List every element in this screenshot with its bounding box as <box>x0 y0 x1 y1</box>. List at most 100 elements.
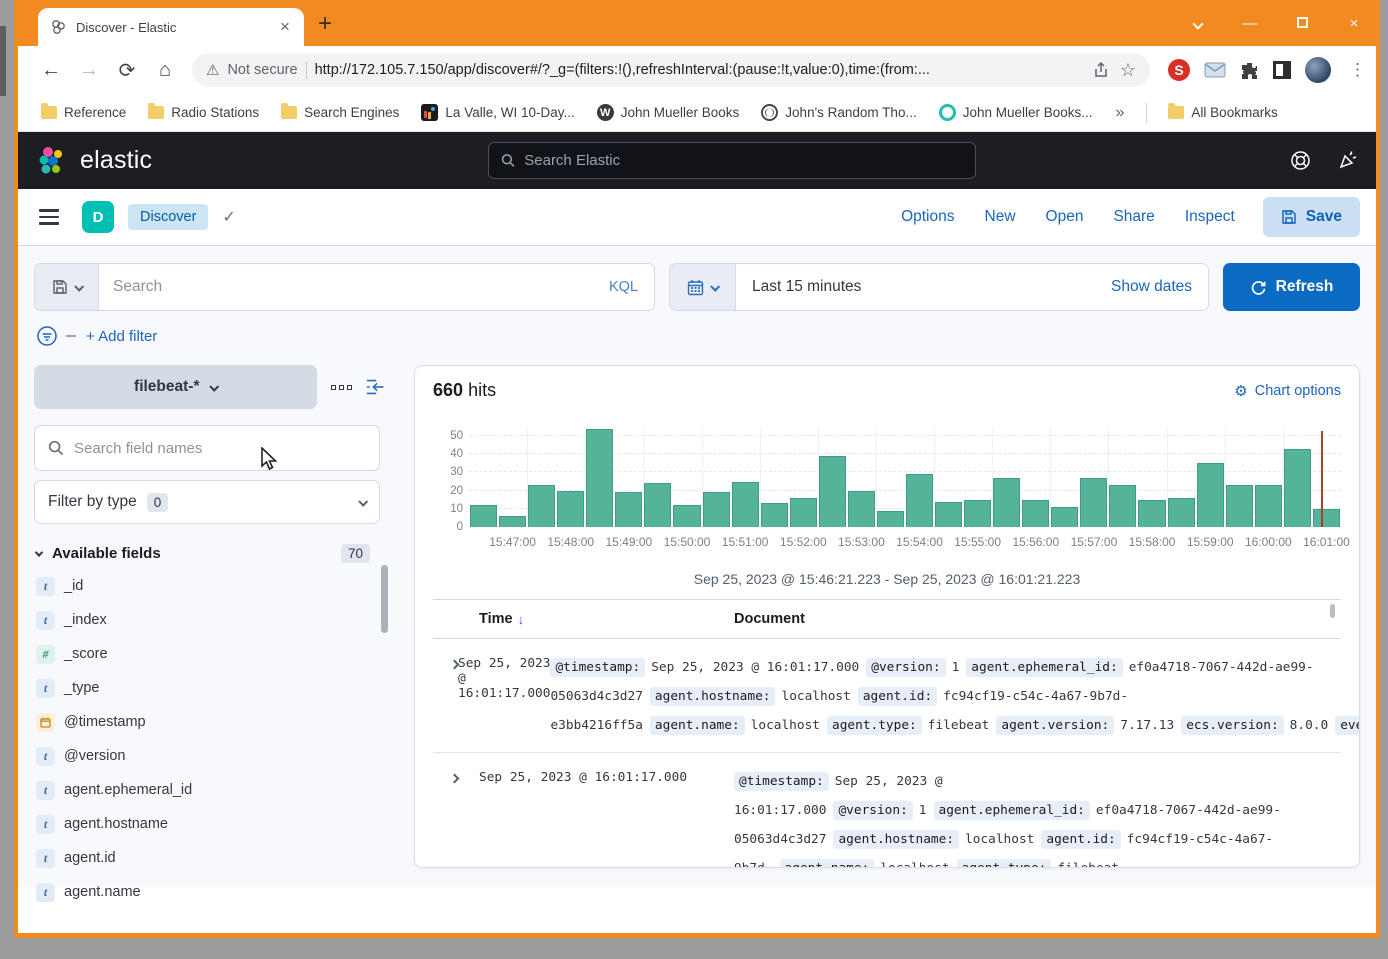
bookmarks-overflow-icon[interactable]: » <box>1106 104 1135 122</box>
side-panel-icon[interactable] <box>1273 61 1291 79</box>
space-avatar[interactable]: D <box>82 201 114 233</box>
histogram-bar[interactable] <box>1051 507 1078 527</box>
field-item[interactable]: t_index <box>34 603 384 637</box>
field-search-input[interactable] <box>74 440 366 457</box>
doc-field-badge[interactable]: agent.ephemeral_id: <box>934 801 1090 820</box>
histogram-bar[interactable] <box>499 516 526 527</box>
news-feed-icon[interactable] <box>1337 150 1358 171</box>
extensions-puzzle-icon[interactable] <box>1240 61 1259 80</box>
doc-field-badge[interactable]: event.action: <box>1335 716 1360 735</box>
doc-field-badge[interactable]: @version: <box>833 801 912 820</box>
doc-field-badge[interactable]: agent.name: <box>650 716 745 735</box>
histogram-bar[interactable] <box>848 491 875 527</box>
doc-field-badge[interactable]: agent.type: <box>957 859 1052 868</box>
window-maximize-button[interactable] <box>1276 15 1328 32</box>
doc-field-badge[interactable]: ecs.version: <box>1181 716 1283 735</box>
all-bookmarks-button[interactable]: All Bookmarks <box>1159 101 1286 124</box>
histogram-bar[interactable] <box>644 483 671 527</box>
menu-link-open[interactable]: Open <box>1046 208 1084 226</box>
browser-tab[interactable]: Discover - Elastic × <box>38 8 304 46</box>
field-item[interactable]: t@version <box>34 739 384 773</box>
bookmark-item[interactable]: Search Engines <box>272 101 408 124</box>
doc-field-badge[interactable]: agent.ephemeral_id: <box>966 658 1122 677</box>
url-text[interactable]: http://172.105.7.150/app/discover#/?_g=(… <box>315 62 1084 78</box>
reload-icon[interactable]: ⟳ <box>110 53 144 87</box>
field-item[interactable]: t_type <box>34 671 384 705</box>
histogram-bar[interactable] <box>1313 509 1340 527</box>
window-close-button[interactable]: × <box>1328 18 1380 30</box>
security-label[interactable]: Not secure <box>227 62 297 78</box>
refresh-button[interactable]: Refresh <box>1223 263 1360 311</box>
histogram-bar[interactable] <box>964 500 991 527</box>
doc-field-badge[interactable]: @timestamp: <box>550 658 645 677</box>
window-minimize-button[interactable]: — <box>1224 15 1276 32</box>
back-icon[interactable]: ← <box>34 53 68 87</box>
menu-link-inspect[interactable]: Inspect <box>1185 208 1235 226</box>
global-search-input[interactable] <box>524 152 963 169</box>
histogram-bar[interactable] <box>877 511 904 527</box>
histogram-bar[interactable] <box>1022 500 1049 527</box>
collapse-sidebar-icon[interactable] <box>366 379 384 395</box>
histogram-bar[interactable] <box>819 456 846 527</box>
field-item[interactable]: tagent.id <box>34 841 384 875</box>
elastic-logo[interactable]: elastic <box>36 145 152 177</box>
query-input[interactable] <box>113 278 599 296</box>
expand-row-icon[interactable] <box>451 653 458 740</box>
histogram-bar[interactable] <box>1284 449 1311 527</box>
histogram-bar[interactable] <box>761 503 788 527</box>
histogram-bar[interactable] <box>790 498 817 527</box>
extension-shield-icon[interactable]: S <box>1168 59 1190 81</box>
address-bar[interactable]: ⚠ Not secure http://172.105.7.150/app/di… <box>192 53 1150 87</box>
bookmark-item[interactable]: La Valle, WI 10-Day... <box>412 100 583 125</box>
histogram-bar[interactable] <box>906 474 933 527</box>
extension-mail-icon[interactable] <box>1204 62 1226 78</box>
field-item[interactable]: tagent.name <box>34 875 384 909</box>
help-icon[interactable] <box>1290 150 1311 171</box>
field-options-icon[interactable] <box>331 385 352 390</box>
saved-query-menu-button[interactable] <box>35 264 99 310</box>
bookmark-item[interactable]: Reference <box>32 101 135 124</box>
bookmark-item[interactable]: Radio Stations <box>139 101 268 124</box>
histogram-bar[interactable] <box>528 485 555 527</box>
menu-link-share[interactable]: Share <box>1113 208 1154 226</box>
doc-field-badge[interactable]: agent.hostname: <box>833 830 959 849</box>
not-secure-warning-icon[interactable]: ⚠ <box>206 61 219 79</box>
breadcrumb[interactable]: Discover <box>128 204 208 230</box>
menu-link-new[interactable]: New <box>985 208 1016 226</box>
histogram-bar[interactable] <box>1080 478 1107 527</box>
doc-field-badge[interactable]: agent.id: <box>858 687 937 706</box>
global-search-bar[interactable] <box>488 142 976 179</box>
histogram-bar[interactable] <box>703 492 730 527</box>
forward-icon[interactable]: → <box>72 53 106 87</box>
sort-descending-icon[interactable]: ↓ <box>518 612 525 627</box>
doc-field-badge[interactable]: @timestamp: <box>734 772 829 791</box>
share-icon[interactable] <box>1092 61 1110 79</box>
doc-field-badge[interactable]: agent.type: <box>827 716 922 735</box>
tab-close-icon[interactable]: × <box>276 18 294 36</box>
histogram-bar[interactable] <box>1255 485 1282 527</box>
table-scrollbar[interactable] <box>1330 604 1335 618</box>
browser-menu-icon[interactable]: ⋮ <box>1349 60 1366 80</box>
histogram-bar[interactable] <box>732 482 759 527</box>
bookmark-star-icon[interactable]: ☆ <box>1120 60 1136 81</box>
index-pattern-switcher[interactable]: filebeat-* <box>34 365 317 409</box>
field-item[interactable]: #_score <box>34 637 384 671</box>
doc-field-badge[interactable]: agent.id: <box>1041 830 1120 849</box>
save-button[interactable]: Save <box>1263 197 1360 237</box>
histogram-bar[interactable] <box>993 478 1020 527</box>
profile-avatar[interactable] <box>1305 57 1331 83</box>
bookmark-item[interactable]: John Mueller Books... <box>930 100 1102 125</box>
expand-row-icon[interactable] <box>451 767 479 868</box>
field-item[interactable]: t_id <box>34 569 384 603</box>
histogram-bar[interactable] <box>935 502 962 527</box>
menu-hamburger-icon[interactable] <box>18 189 80 245</box>
kql-query-input-wrap[interactable]: KQL <box>99 264 654 310</box>
histogram-bar[interactable] <box>586 429 613 527</box>
histogram-bar[interactable] <box>470 505 497 527</box>
query-language-button[interactable]: KQL <box>609 279 640 295</box>
histogram-bar[interactable] <box>1109 485 1136 527</box>
time-column-header[interactable]: Time ↓ <box>479 611 734 627</box>
field-item[interactable]: tagent.ephemeral_id <box>34 773 384 807</box>
filter-by-type-dropdown[interactable]: Filter by type 0 <box>34 480 380 524</box>
doc-field-badge[interactable]: agent.name: <box>780 859 875 868</box>
